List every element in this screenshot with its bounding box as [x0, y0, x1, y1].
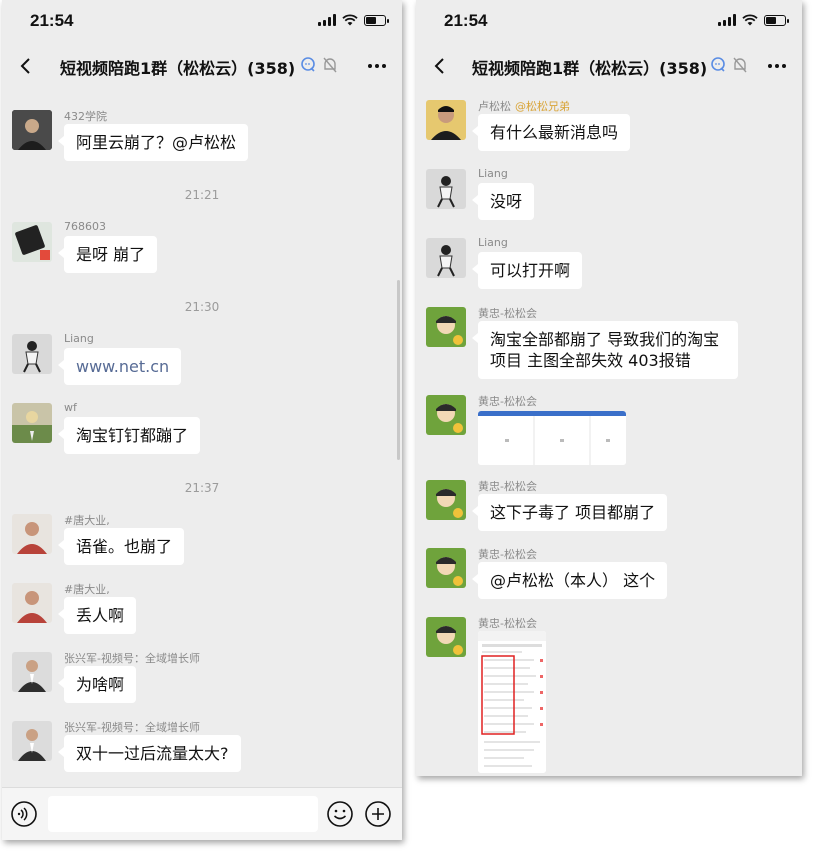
- avatar[interactable]: [12, 514, 52, 554]
- sender-name: 黄忠-松松会: [478, 307, 537, 320]
- plus-icon[interactable]: [364, 800, 392, 828]
- avatar[interactable]: [12, 403, 52, 443]
- timestamp: 21:37: [184, 481, 220, 495]
- avatar[interactable]: [426, 548, 466, 588]
- message-bubble[interactable]: 这下子毒了 项目都崩了: [471, 494, 668, 531]
- status-time: 21:54: [30, 11, 74, 30]
- right-chat-screen: 21:54 短视频陪跑1群（松松云）(358) 卢松松 @松松兄弟 有什么最新消息…: [416, 0, 802, 776]
- avatar[interactable]: [12, 222, 52, 262]
- message-bubble[interactable]: 语雀。也崩了: [57, 528, 185, 565]
- sender-name: 黄忠-松松会: [478, 395, 537, 408]
- wifi-icon: [742, 14, 758, 26]
- message-bubble[interactable]: 阿里云崩了？@卢松松: [57, 124, 249, 161]
- timestamp: 21:21: [184, 188, 220, 202]
- sender-name: Liang: [478, 167, 508, 180]
- message-bubble[interactable]: 为啥啊: [57, 666, 137, 703]
- mute-bell-icon: [733, 57, 747, 73]
- more-dots-icon[interactable]: [766, 58, 788, 74]
- chat-nav-bar: 短视频陪跑1群（松松云）(358): [416, 44, 802, 88]
- back-arrow-icon[interactable]: [16, 56, 36, 76]
- battery-icon: [764, 14, 789, 26]
- signal-icon: [318, 14, 336, 26]
- chat-title: 短视频陪跑1群（松松云）(358): [60, 59, 296, 78]
- chat-title-icons: [710, 56, 748, 74]
- avatar[interactable]: [426, 617, 466, 657]
- chat-title-icons: [300, 56, 338, 74]
- voice-icon[interactable]: [10, 800, 38, 828]
- avatar[interactable]: [12, 110, 52, 150]
- sender-name: 黄忠-松松会: [478, 548, 537, 561]
- sender-name: 黄忠-松松会: [478, 617, 537, 630]
- status-time: 21:54: [444, 11, 488, 30]
- message-input[interactable]: [48, 796, 318, 832]
- sender-name: 黄忠-松松会: [478, 480, 537, 493]
- status-bar: 21:54: [416, 0, 802, 44]
- sender-name: 卢松松 @松松兄弟: [478, 98, 570, 114]
- message-link[interactable]: www.net.cn: [57, 348, 182, 385]
- avatar[interactable]: [12, 652, 52, 692]
- message-bubble[interactable]: @卢松松（本人） 这个: [471, 562, 668, 599]
- sender-name: Liang: [64, 332, 94, 345]
- sender-name: #唐大业,: [64, 583, 110, 596]
- timestamp: 21:30: [184, 300, 220, 314]
- sender-name: 432学院: [64, 110, 107, 123]
- wifi-icon: [342, 14, 358, 26]
- image-message[interactable]: [478, 411, 626, 465]
- message-bubble[interactable]: 可以打开啊: [471, 252, 583, 289]
- message-bubble[interactable]: 淘宝钉钉都蹦了: [57, 417, 201, 454]
- message-bubble[interactable]: 双十一过后流量太大?: [58, 735, 241, 772]
- mute-bell-icon: [323, 57, 337, 73]
- avatar[interactable]: [426, 480, 466, 520]
- message-bubble[interactable]: 没呀: [471, 183, 535, 220]
- back-arrow-icon[interactable]: [430, 56, 450, 76]
- status-bar: 21:54: [2, 0, 402, 44]
- speech-bubble-icon: [711, 57, 725, 72]
- chat-input-bar: [2, 787, 402, 840]
- message-bubble[interactable]: 有什么最新消息吗: [471, 114, 631, 151]
- sender-name-text: 卢松松: [478, 100, 511, 113]
- sender-name: #唐大业,: [64, 514, 110, 527]
- status-icons: [718, 14, 789, 26]
- sender-name: 768603: [64, 220, 106, 233]
- sender-mention[interactable]: @松松兄弟: [515, 100, 570, 113]
- scrollbar[interactable]: [397, 280, 400, 460]
- avatar[interactable]: [426, 307, 466, 347]
- message-bubble[interactable]: 是呀 崩了: [57, 236, 158, 273]
- message-bubble[interactable]: 淘宝全部都崩了 导致我们的淘宝项目 主图全部失效 403报错: [472, 321, 738, 379]
- speech-bubble-icon: [301, 57, 315, 72]
- status-icons: [318, 14, 389, 26]
- sender-name: 张兴军-视频号：全域增长师: [64, 652, 200, 665]
- sender-name: 张兴军-视频号：全域增长师: [64, 721, 200, 734]
- avatar[interactable]: [12, 334, 52, 374]
- sender-name: wf: [64, 401, 77, 414]
- avatar[interactable]: [426, 100, 466, 140]
- avatar[interactable]: [426, 169, 466, 209]
- sender-name: Liang: [478, 236, 508, 249]
- battery-icon: [364, 14, 389, 26]
- chat-title: 短视频陪跑1群（松松云）(358): [472, 59, 708, 78]
- emoji-icon[interactable]: [326, 800, 354, 828]
- more-dots-icon[interactable]: [366, 58, 388, 74]
- image-message[interactable]: [478, 631, 546, 773]
- avatar[interactable]: [426, 238, 466, 278]
- message-bubble[interactable]: 丢人啊: [57, 597, 137, 634]
- chat-nav-bar: 短视频陪跑1群（松松云）(358): [2, 44, 402, 88]
- avatar[interactable]: [12, 583, 52, 623]
- signal-icon: [718, 14, 736, 26]
- left-chat-screen: 21:54 短视频陪跑1群（松松云）(358) 432学院 阿里云崩了？@卢松松…: [2, 0, 402, 840]
- avatar[interactable]: [426, 395, 466, 435]
- avatar[interactable]: [12, 721, 52, 761]
